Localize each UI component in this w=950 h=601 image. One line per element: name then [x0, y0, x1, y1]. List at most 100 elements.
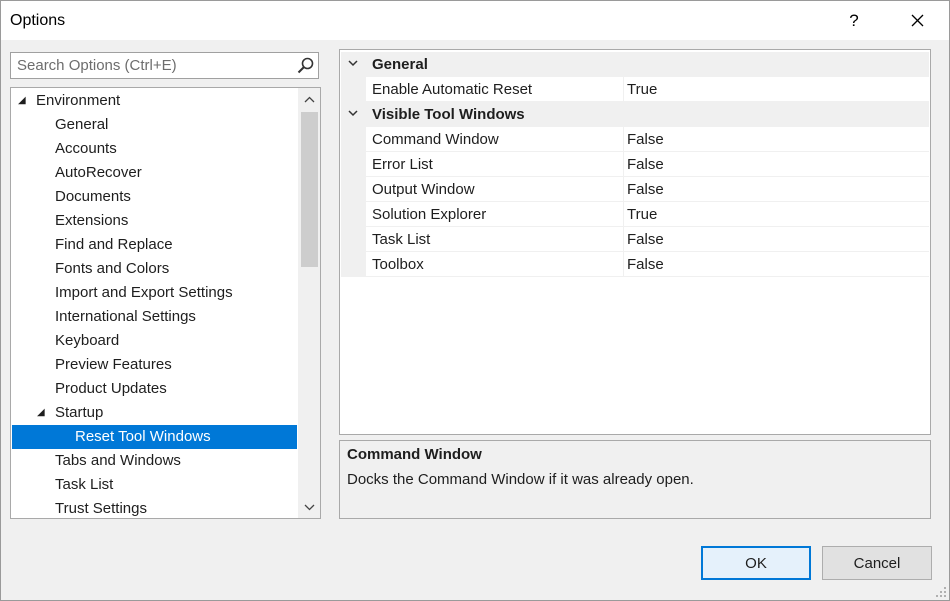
- tree-item-label: Startup: [55, 404, 104, 421]
- row-margin: [341, 126, 366, 152]
- property-value[interactable]: False: [627, 231, 664, 248]
- property-row[interactable]: Toolbox False: [341, 251, 929, 277]
- tree-item[interactable]: Accounts: [12, 137, 297, 161]
- tree-item[interactable]: Reset Tool Windows: [12, 425, 297, 449]
- tree-item[interactable]: Preview Features: [12, 353, 297, 377]
- tree-item-label: Import and Export Settings: [55, 284, 233, 301]
- help-button[interactable]: ?: [831, 1, 877, 40]
- search-icon[interactable]: [295, 55, 316, 76]
- property-grid: General Enable Automatic Reset True Visible…: [339, 49, 931, 435]
- property-name: Error List: [372, 156, 433, 173]
- tree-item[interactable]: Product Updates: [12, 377, 297, 401]
- category-label: General: [372, 56, 428, 73]
- chevron-down-icon[interactable]: [347, 57, 359, 69]
- tree-item[interactable]: Fonts and Colors: [12, 257, 297, 281]
- property-name: Task List: [372, 231, 431, 248]
- description-title: Command Window: [347, 446, 482, 463]
- property-value[interactable]: False: [627, 256, 664, 273]
- tree-item[interactable]: Find and Replace: [12, 233, 297, 257]
- row-margin: [341, 76, 366, 102]
- tree-item[interactable]: ◢ Environment: [12, 89, 297, 113]
- column-divider[interactable]: [623, 252, 624, 276]
- tree-item[interactable]: International Settings: [12, 305, 297, 329]
- column-divider[interactable]: [623, 177, 624, 201]
- tree-item-label: International Settings: [55, 308, 196, 325]
- description-text: Docks the Command Window if it was alrea…: [347, 471, 694, 488]
- expand-triangle-icon[interactable]: ◢: [37, 401, 45, 425]
- window-title: Options: [10, 12, 66, 29]
- title-bar: Options ?: [1, 1, 949, 40]
- category-header[interactable]: Visible Tool Windows: [341, 102, 929, 127]
- property-row[interactable]: Task List False: [341, 226, 929, 252]
- expand-triangle-icon[interactable]: ◢: [18, 89, 26, 113]
- column-divider[interactable]: [623, 77, 624, 101]
- tree-item[interactable]: General: [12, 113, 297, 137]
- tree-item-label: Environment: [36, 92, 121, 109]
- tree-item-label: Product Updates: [55, 380, 167, 397]
- tree-scrollbar[interactable]: [298, 88, 320, 518]
- property-value[interactable]: False: [627, 156, 664, 173]
- column-divider[interactable]: [623, 152, 624, 176]
- tree-item-label: Fonts and Colors: [55, 260, 170, 277]
- description-panel: Command Window Docks the Command Window …: [339, 440, 931, 519]
- column-divider[interactable]: [623, 127, 624, 151]
- tree-item-label: Extensions: [55, 212, 129, 229]
- property-name: Enable Automatic Reset: [372, 81, 533, 98]
- chevron-down-icon[interactable]: [347, 107, 359, 119]
- tree-item[interactable]: AutoRecover: [12, 161, 297, 185]
- row-margin: [341, 251, 366, 277]
- property-value[interactable]: True: [627, 206, 657, 223]
- row-margin: [341, 176, 366, 202]
- cancel-button[interactable]: Cancel: [822, 546, 932, 580]
- property-value[interactable]: False: [627, 181, 664, 198]
- tree-item[interactable]: Documents: [12, 185, 297, 209]
- property-name: Toolbox: [372, 256, 424, 273]
- tree-item-label: Reset Tool Windows: [75, 428, 211, 445]
- tree-item-label: Preview Features: [55, 356, 172, 373]
- property-row[interactable]: Solution Explorer True: [341, 201, 929, 227]
- tree-item-label: Documents: [55, 188, 131, 205]
- tree-item[interactable]: Keyboard: [12, 329, 297, 353]
- tree-item-label: AutoRecover: [55, 164, 142, 181]
- ok-button[interactable]: OK: [701, 546, 811, 580]
- tree-item-label: Accounts: [55, 140, 117, 157]
- options-tree: ◢ Environment General Accounts AutoRecover Do…: [10, 87, 321, 519]
- tree-item-label: Trust Settings: [55, 500, 147, 517]
- close-button[interactable]: [894, 1, 940, 40]
- category-header[interactable]: General: [341, 52, 929, 77]
- property-name: Command Window: [372, 131, 499, 148]
- property-name: Solution Explorer: [372, 206, 487, 223]
- column-divider[interactable]: [623, 227, 624, 251]
- scroll-thumb[interactable]: [301, 112, 318, 267]
- category-label: Visible Tool Windows: [372, 106, 525, 123]
- tree-item[interactable]: Task List: [12, 473, 297, 497]
- tree-item[interactable]: Trust Settings: [12, 497, 297, 518]
- row-margin: [341, 226, 366, 252]
- property-row[interactable]: Output Window False: [341, 176, 929, 202]
- tree-item[interactable]: ◢ Startup: [12, 401, 297, 425]
- property-value[interactable]: False: [627, 131, 664, 148]
- property-value[interactable]: True: [627, 81, 657, 98]
- row-margin: [341, 151, 366, 177]
- tree-item-label: Find and Replace: [55, 236, 173, 253]
- search-input[interactable]: [11, 53, 291, 78]
- property-row[interactable]: Error List False: [341, 151, 929, 177]
- property-row[interactable]: Command Window False: [341, 126, 929, 152]
- resize-grip-icon[interactable]: [935, 586, 947, 598]
- chevron-down-icon: [304, 504, 314, 510]
- tree-item-label: General: [55, 116, 109, 133]
- tree-item[interactable]: Extensions: [12, 209, 297, 233]
- row-margin: [341, 201, 366, 227]
- tree-item-label: Tabs and Windows: [55, 452, 181, 469]
- tree-item[interactable]: Tabs and Windows: [12, 449, 297, 473]
- close-icon: [911, 14, 923, 27]
- scroll-up-button[interactable]: [298, 88, 320, 110]
- chevron-up-icon: [304, 96, 314, 102]
- tree-item-label: Keyboard: [55, 332, 120, 349]
- property-row[interactable]: Enable Automatic Reset True: [341, 76, 929, 102]
- property-name: Output Window: [372, 181, 475, 198]
- tree-item[interactable]: Import and Export Settings: [12, 281, 297, 305]
- scroll-down-button[interactable]: [298, 496, 320, 518]
- search-box: [10, 52, 319, 79]
- column-divider[interactable]: [623, 202, 624, 226]
